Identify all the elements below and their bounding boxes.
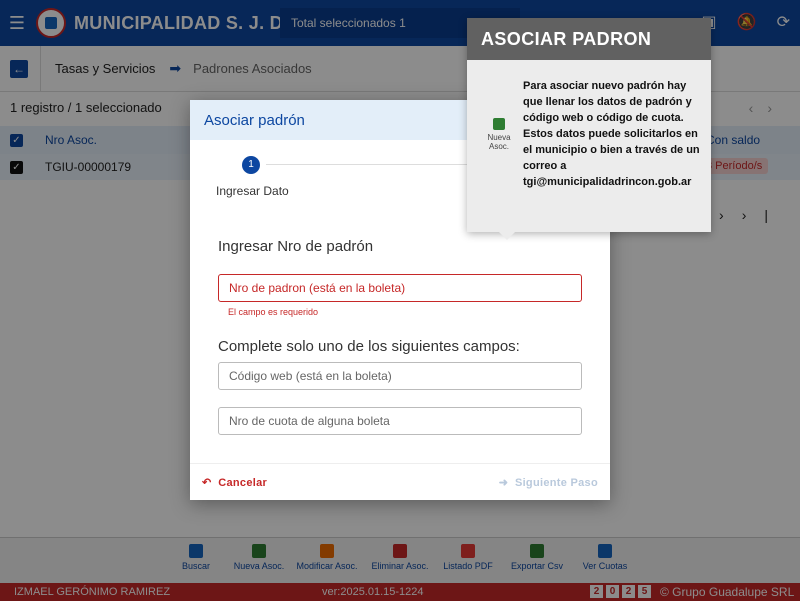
help-tooltip: ASOCIAR PADRON Nueva Asoc. Para asociar … (467, 18, 711, 240)
cancel-label: Cancelar (218, 477, 268, 489)
help-title: ASOCIAR PADRON (467, 18, 711, 60)
arrow-right-icon: ➜ (498, 477, 509, 489)
tooltip-pointer (497, 230, 517, 240)
section-title-optional: Complete solo uno de los siguientes camp… (218, 338, 520, 355)
next-step-label: Siguiente Paso (514, 477, 598, 489)
help-tool-preview: Nueva Asoc. (479, 118, 519, 151)
step-indicator: 1 (242, 156, 260, 174)
cancel-button[interactable]: ↶ Cancelar (202, 476, 267, 489)
help-text: Para asociar nuevo padrón hay que llenar… (523, 80, 700, 188)
codigo-web-input[interactable] (218, 362, 582, 390)
step-label: Ingresar Dato (216, 184, 289, 198)
next-step-button[interactable]: ➜ Siguiente Paso (499, 476, 598, 489)
dialog-footer: ↶ Cancelar ➜ Siguiente Paso (190, 463, 610, 500)
help-tool-label: Nueva Asoc. (487, 133, 511, 151)
undo-icon: ↶ (202, 477, 212, 489)
nro-cuota-input[interactable] (218, 407, 582, 435)
padron-input[interactable] (218, 274, 582, 302)
add-database-icon (493, 118, 505, 130)
section-title-padron: Ingresar Nro de padrón (218, 238, 374, 255)
padron-error-message: El campo es requerido (228, 307, 319, 317)
